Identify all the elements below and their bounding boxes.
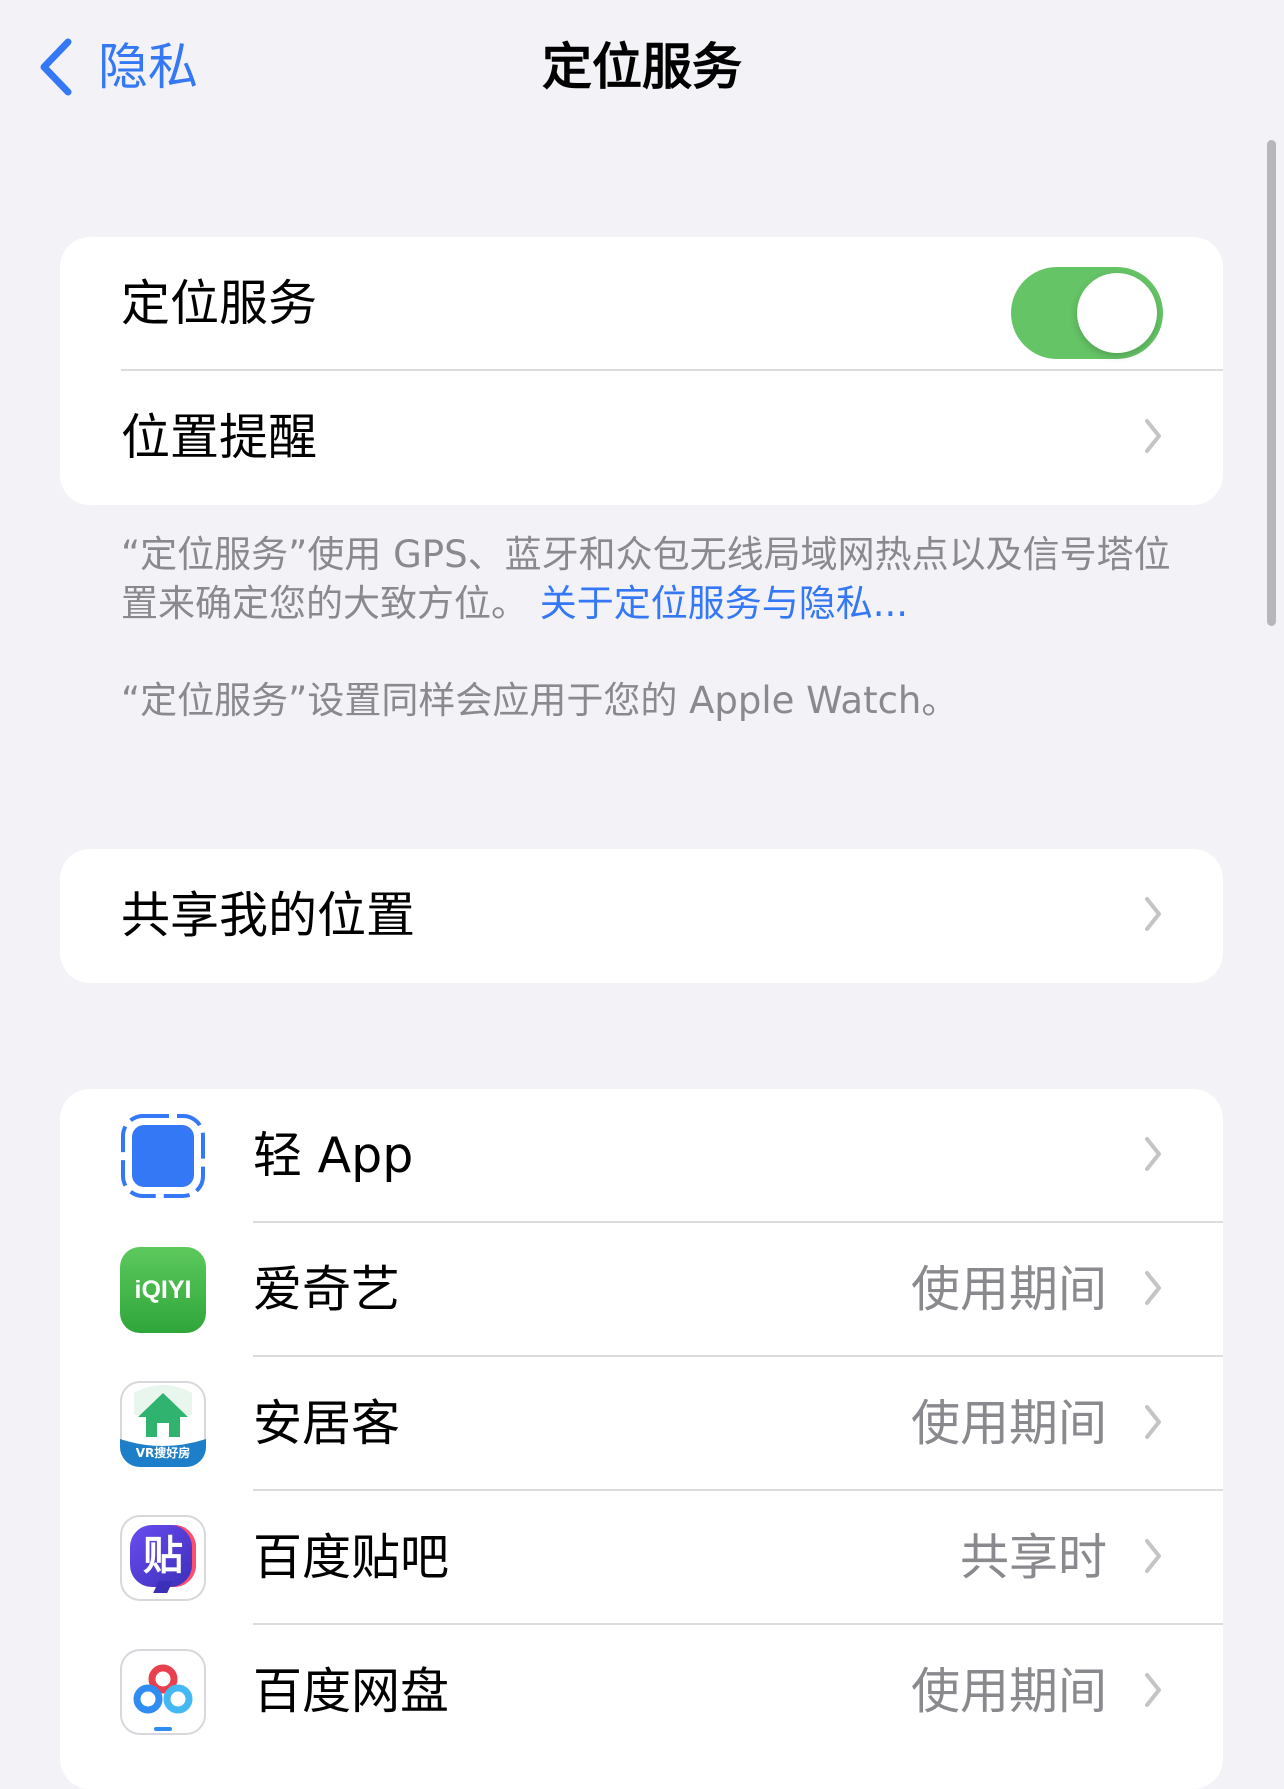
app-clip-icon — [120, 1113, 206, 1199]
anjuke-logo-text: VR搜好房 — [135, 1446, 191, 1460]
share-location-card: 共享我的位置 — [60, 849, 1223, 983]
share-my-location-label: 共享我的位置 — [121, 887, 416, 944]
app-name: 轻 App — [253, 1127, 414, 1184]
toggle-knob — [1077, 273, 1157, 353]
chevron-right-icon — [1145, 1539, 1161, 1573]
location-alerts-label: 位置提醒 — [121, 409, 318, 466]
iqiyi-logo-text: iQIYI — [134, 1276, 192, 1304]
watch-note: “定位服务”设置同样会应用于您的 Apple Watch。 — [121, 679, 959, 722]
app-name: 百度网盘 — [253, 1663, 450, 1720]
location-alerts-row[interactable]: 位置提醒 — [60, 371, 1223, 505]
anjuke-icon: VR搜好房 — [120, 1381, 206, 1467]
app-location-status: 使用期间 — [910, 1395, 1107, 1452]
apps-card: 轻 App iQIYI 爱奇艺 使用期间 VR搜好房 安居客 使用期间 贴 百度… — [60, 1089, 1223, 1789]
baidu-netdisk-icon — [120, 1649, 206, 1735]
chevron-right-icon — [1145, 1137, 1161, 1171]
chevron-right-icon — [1145, 1673, 1161, 1707]
chevron-right-icon — [1145, 419, 1161, 453]
app-name: 爱奇艺 — [253, 1261, 401, 1318]
iqiyi-icon: iQIYI — [120, 1247, 206, 1333]
tieba-logo-text: 贴 — [143, 1533, 183, 1579]
about-privacy-link[interactable]: 关于定位服务与隐私... — [540, 582, 908, 625]
scrollbar[interactable] — [1267, 140, 1276, 626]
app-location-status: 使用期间 — [910, 1663, 1107, 1720]
app-row-iqiyi[interactable]: iQIYI 爱奇艺 使用期间 — [60, 1223, 1223, 1357]
chevron-right-icon — [1145, 1405, 1161, 1439]
app-row-anjuke[interactable]: VR搜好房 安居客 使用期间 — [60, 1357, 1223, 1491]
chevron-right-icon — [1145, 1271, 1161, 1305]
app-name: 百度贴吧 — [253, 1529, 450, 1586]
app-row-baidu-netdisk[interactable]: 百度网盘 使用期间 — [60, 1625, 1223, 1759]
location-services-label: 定位服务 — [121, 275, 318, 332]
tieba-icon: 贴 — [120, 1515, 206, 1601]
app-location-status: 使用期间 — [910, 1261, 1107, 1318]
app-row-baidu-tieba[interactable]: 贴 百度贴吧 共享时 — [60, 1491, 1223, 1625]
page-title: 定位服务 — [542, 38, 742, 96]
location-services-toggle[interactable] — [1011, 267, 1163, 359]
app-name: 安居客 — [253, 1395, 401, 1452]
app-location-status: 共享时 — [959, 1529, 1107, 1586]
location-main-card: 定位服务 位置提醒 — [60, 237, 1223, 505]
navigation-bar: 隐私 定位服务 — [0, 0, 1284, 140]
location-services-row: 定位服务 — [60, 237, 1223, 371]
app-row-app-clips[interactable]: 轻 App — [60, 1089, 1223, 1223]
chevron-right-icon — [1145, 897, 1161, 931]
share-my-location-row[interactable]: 共享我的位置 — [60, 849, 1223, 983]
location-description: “定位服务”使用 GPS、蓝牙和众包无线局域网热点以及信号塔位置来确定您的大致方… — [121, 530, 1171, 628]
